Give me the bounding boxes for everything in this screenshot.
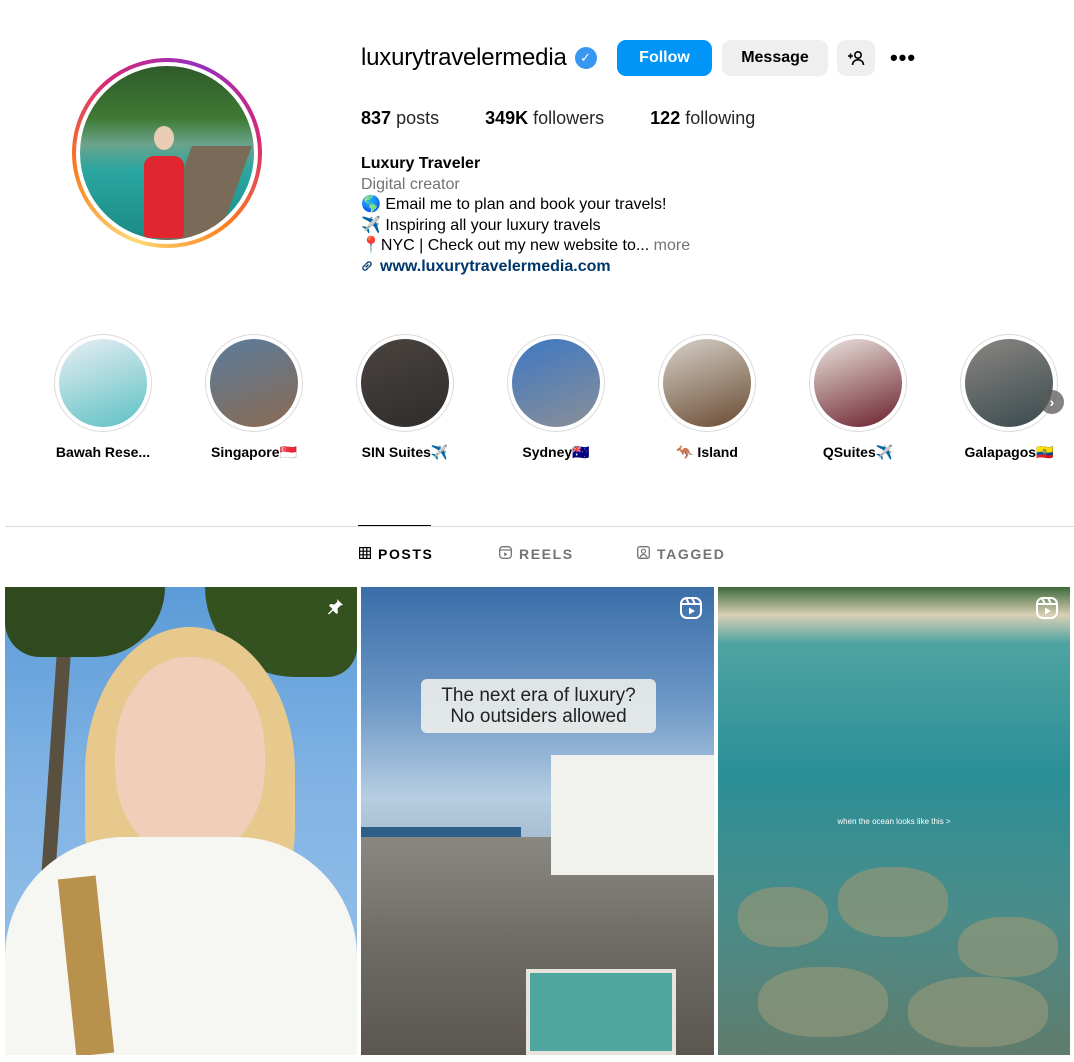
story-highlights: Bawah Rese... Singapore🇸🇬 SIN Suites✈️ Sydn… xyxy=(0,334,1074,474)
highlight-item[interactable]: Singapore🇸🇬 xyxy=(179,334,329,461)
website-link[interactable]: www.luxurytravelermedia.com xyxy=(361,257,690,278)
more-options-icon[interactable]: ••• xyxy=(888,40,918,76)
active-tab-indicator xyxy=(358,525,431,526)
profile-stats: 837 posts 349K followers 122 following xyxy=(361,108,801,129)
website-link-text: www.luxurytravelermedia.com xyxy=(380,257,611,275)
highlight-item[interactable]: QSuites✈️ xyxy=(783,334,933,461)
highlight-cover xyxy=(507,334,605,432)
highlight-cover xyxy=(356,334,454,432)
highlight-label: Bawah Rese... xyxy=(55,444,151,460)
highlights-next-icon[interactable]: › xyxy=(1040,390,1064,414)
follow-button[interactable]: Follow xyxy=(617,40,712,76)
highlight-label: Singapore🇸🇬 xyxy=(211,444,297,460)
tab-tagged[interactable]: TAGGED xyxy=(637,546,725,562)
reels-icon xyxy=(499,546,512,562)
highlight-cover xyxy=(205,334,303,432)
profile-tabs: POSTS REELS TAGGED xyxy=(0,546,1074,570)
highlight-label: Galapagos🇪🇨 xyxy=(964,444,1054,460)
highlight-label: 🦘 Island xyxy=(676,444,738,460)
hotel-building xyxy=(551,755,714,875)
grid-icon xyxy=(359,546,372,562)
bio-line: 📍NYC | Check out my new website to... xyxy=(361,237,650,254)
highlight-cover xyxy=(54,334,152,432)
profile-page: luxurytravelermedia ✓ Follow Message •••… xyxy=(0,0,1074,1062)
highlight-label: SIN Suites✈️ xyxy=(361,444,449,460)
tab-posts[interactable]: POSTS xyxy=(359,546,433,562)
following-count[interactable]: 122 following xyxy=(650,108,755,129)
profile-avatar[interactable] xyxy=(72,58,262,248)
bio-line: 🌎 Email me to plan and book your travels… xyxy=(361,196,667,213)
post-tile[interactable]: The next era of luxury? No outsiders all… xyxy=(361,587,714,1055)
followers-count[interactable]: 349K followers xyxy=(485,108,604,129)
divider xyxy=(5,526,1074,527)
highlight-cover xyxy=(960,334,1058,432)
reel-icon xyxy=(680,597,702,624)
highlight-item[interactable]: SIN Suites✈️ xyxy=(330,334,480,461)
reel-icon xyxy=(1036,597,1058,624)
profile-bio: Luxury Traveler Digital creator 🌎 Email … xyxy=(361,154,690,277)
highlight-item[interactable]: 🦘 Island xyxy=(632,334,782,461)
add-user-icon[interactable] xyxy=(837,40,875,76)
bio-line: ✈️ Inspiring all your luxury travels xyxy=(361,216,601,234)
post-caption: The next era of luxury? No outsiders all… xyxy=(421,679,656,733)
posts-count[interactable]: 837 posts xyxy=(361,108,439,129)
tab-reels[interactable]: REELS xyxy=(499,546,574,562)
verified-badge-icon: ✓ xyxy=(574,47,597,69)
username-row: luxurytravelermedia ✓ xyxy=(361,40,597,76)
category-label: Digital creator xyxy=(361,175,460,193)
avatar-photo xyxy=(80,66,254,240)
highlight-cover xyxy=(809,334,907,432)
post-tile[interactable]: when the ocean looks like this > xyxy=(718,587,1070,1055)
pin-icon xyxy=(325,597,345,622)
selfie-face xyxy=(115,657,265,857)
tagged-icon xyxy=(637,546,650,562)
pool xyxy=(526,969,676,1055)
highlight-item[interactable]: Sydney🇦🇺 xyxy=(481,334,631,461)
message-button[interactable]: Message xyxy=(722,40,828,76)
link-icon xyxy=(361,257,373,278)
highlight-item[interactable]: Bawah Rese... xyxy=(28,334,178,460)
username: luxurytravelermedia xyxy=(361,44,567,71)
more-link[interactable]: more xyxy=(654,237,690,254)
post-caption: when the ocean looks like this > xyxy=(837,817,951,826)
highlight-cover xyxy=(658,334,756,432)
display-name: Luxury Traveler xyxy=(361,155,481,172)
post-tile[interactable] xyxy=(5,587,357,1055)
highlight-label: Sydney🇦🇺 xyxy=(522,444,590,460)
highlight-label: QSuites✈️ xyxy=(822,444,894,460)
